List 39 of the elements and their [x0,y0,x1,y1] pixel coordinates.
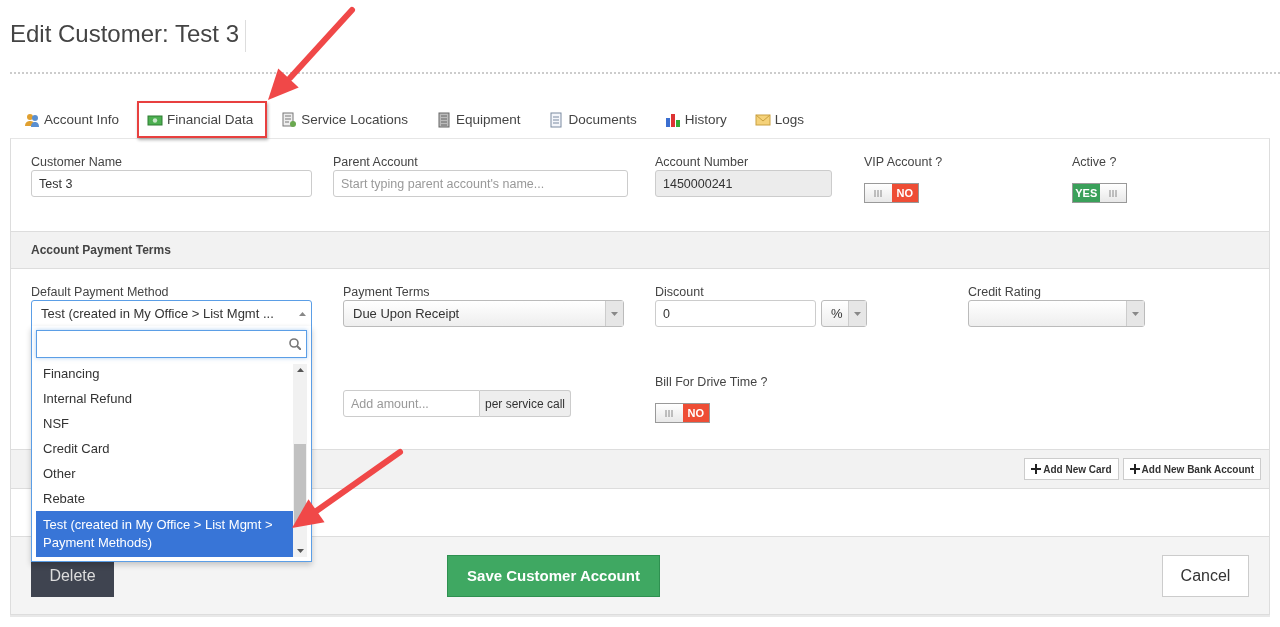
field-label: Payment Terms [343,285,431,300]
toggle-switch[interactable]: NO [864,183,919,203]
unit-select[interactable]: % [821,300,867,327]
add-button[interactable]: Add New Bank Account [1122,458,1261,480]
tab[interactable]: Account Info [14,101,134,138]
cancel-button[interactable]: Cancel [1162,554,1249,597]
tab[interactable]: Equipment [425,101,535,138]
field-label: Customer Name [31,155,123,170]
field-label: Default Payment Method [31,285,170,300]
text-field[interactable]: 1450000241 [655,170,832,197]
field-label: Discount [655,285,705,300]
add-button[interactable]: Add New Card [1024,458,1119,480]
field-label: VIP Account ? [864,155,944,170]
text-field[interactable]: Start typing parent account's name... [333,170,628,197]
toggle-switch[interactable]: NO [655,403,710,423]
field-label: Active ? [1072,155,1118,170]
text-field[interactable]: Test 3 [31,170,312,197]
dropdown-option[interactable]: Rebate [36,486,293,511]
select-dropdown[interactable]: Due Upon Receipt [343,300,624,327]
tab[interactable]: Logs [744,101,819,138]
select-dropdown[interactable]: Test (created in My Office > List Mgmt ... [31,300,312,327]
tab[interactable]: Service Locations [271,101,422,138]
field-label: Bill For Drive Time ? [655,375,769,390]
field-label: Account Number [655,155,750,170]
number-field[interactable]: 0 [655,300,816,327]
dropdown-option[interactable]: Financing [36,364,293,386]
amount-field[interactable]: Add amount... per service call [343,390,655,417]
dropdown-option[interactable]: NSF [36,411,293,436]
page-title: Edit Customer: Test 3 [10,20,246,52]
section-header: Account Payment Terms [11,231,1269,269]
dropdown-option[interactable]: Internal Refund [36,386,293,411]
dropdown-option[interactable]: Other [36,461,293,486]
tab[interactable]: History [654,101,741,138]
field-label: Credit Rating [968,285,1042,300]
dropdown-option[interactable]: Test (created in My Office > List Mgmt > Payment Methods) [36,511,293,557]
field-label: Parent Account [333,155,419,170]
dropdown-option[interactable]: Credit Card [36,436,293,461]
tab[interactable]: Documents [538,101,651,138]
tab[interactable]: Financial Data [137,101,268,138]
